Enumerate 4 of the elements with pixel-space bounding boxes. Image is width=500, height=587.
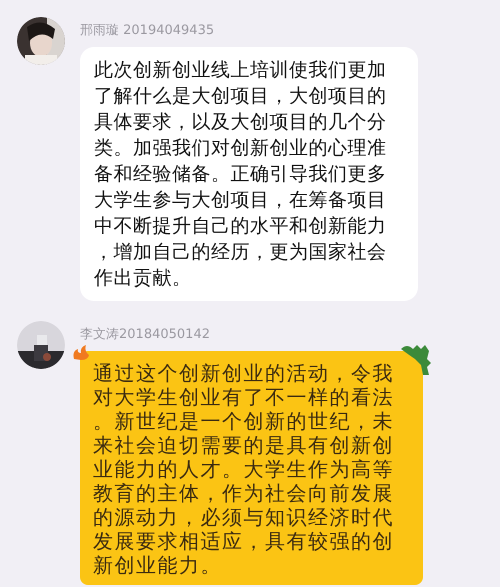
message-bubble: 通过这个创新创业的活动，令我对大学生创业有了不一样的看法。新世纪是一个创新的世纪，未来社会迫切需要的是具有创新创业能力的人才。大学生作为高等教育的主体，作为社会向前发展的源动力，必须与知识经济时代发展要求相适应，具有较强的创新创业能力。 [80,351,423,585]
sender-name: 李文涛20184050142 [80,327,211,343]
sender-name: 邢雨璇 20194049435 [80,23,216,39]
message-bubble: 此次创新创业线上培训使我们更加了解什么是大创项目，大创项目的具体要求，以及大创项目的几个分类。加强我们对创新创业的心理准备和经验储备。正确引导我们更多大学生参与大创项目，在筹备项目中不断提升自己的水平和创新能力，增加自己的经历，更为国家社会作出贡献。 [80,47,418,301]
